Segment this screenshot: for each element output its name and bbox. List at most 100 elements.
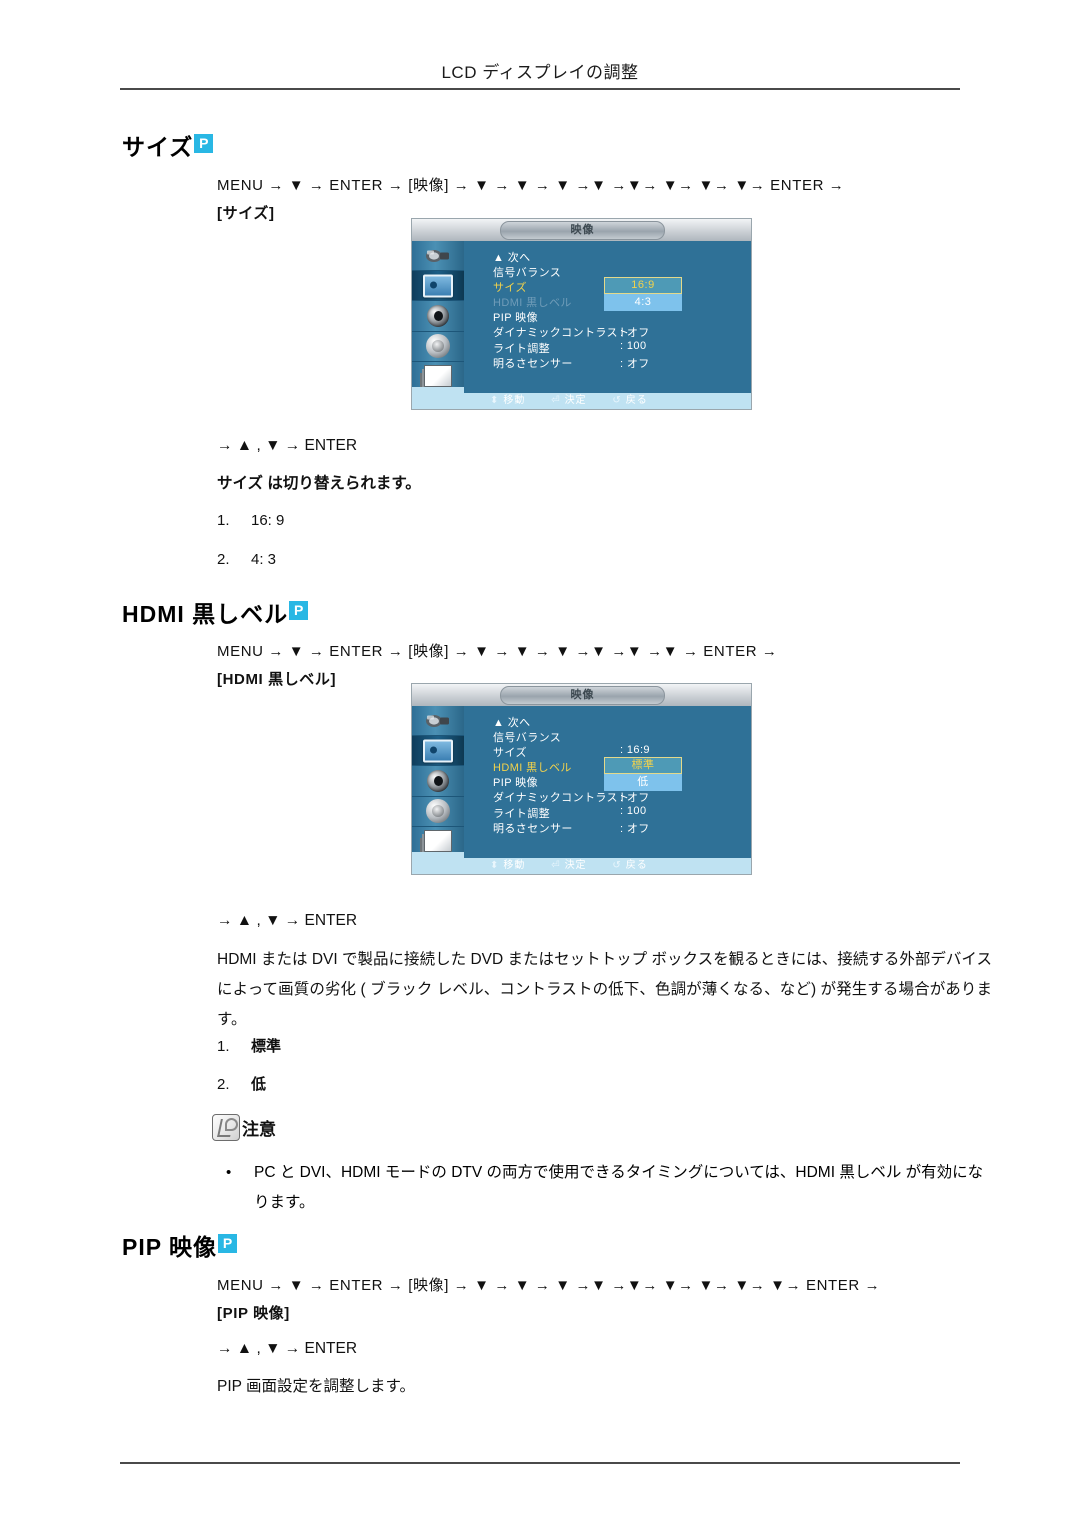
osd-row[interactable]: ▲ 次へ bbox=[493, 249, 751, 264]
picture-icon bbox=[423, 739, 453, 763]
osd-row-label: 明るさセンサー bbox=[493, 357, 573, 370]
osd-icon-sound[interactable] bbox=[412, 301, 464, 332]
note-bullet-text: PC と DVI、HDMI モードの DTV の両方で使用できるタイミングについ… bbox=[254, 1164, 984, 1211]
nav-after-pip: → ▲ , ▼ → ENTER bbox=[217, 1340, 358, 1357]
osd-hint-label: 戻る bbox=[625, 860, 648, 871]
osd-title-text: 映像 bbox=[570, 224, 595, 236]
osd-row-label: ▲ 次へ bbox=[493, 252, 531, 264]
osd-row-value: : オフ bbox=[620, 327, 650, 340]
osd-row-label: 明るさセンサー bbox=[493, 822, 573, 835]
osd-dropdown-option-selected[interactable]: 16:9 bbox=[604, 277, 682, 294]
setup-gear-icon bbox=[426, 334, 450, 359]
section-heading-size: サイズ P bbox=[122, 128, 214, 162]
note-title: 注意 bbox=[212, 1114, 276, 1141]
sound-speaker-icon bbox=[427, 769, 449, 792]
enter-icon: ⏎ bbox=[551, 395, 561, 406]
note-title-label: 注意 bbox=[242, 1120, 276, 1139]
note-block: 注意 bbox=[212, 1114, 276, 1141]
osd-row[interactable]: ダイナミックコントラスト: オフ bbox=[493, 324, 751, 339]
description-pip: PIP 画面設定を調整します。 bbox=[217, 1378, 415, 1395]
osd-icon-sound[interactable] bbox=[412, 766, 464, 797]
nav-path-hdmi-line: MENU → ▼ → ENTER → [映像] → ▼ → ▼ → ▼ →▼ →… bbox=[217, 643, 778, 660]
pc-badge-icon: P bbox=[218, 1234, 238, 1253]
option-number: 1. bbox=[217, 512, 230, 529]
osd-hint-move: ⬍ 移動 bbox=[490, 856, 525, 871]
osd-icon-picture[interactable] bbox=[412, 736, 464, 767]
osd-main-panel: ▲ 次へ 信号バランス サイズ: 16:9 HDMI 黒しベル: PIP 映像 … bbox=[464, 706, 751, 852]
input-plug-icon bbox=[425, 248, 451, 263]
osd-dropdown-option[interactable]: 4:3 bbox=[604, 294, 682, 311]
osd-titlebar: 映像 bbox=[412, 219, 751, 241]
osd-screenshot-size: 映像 ▲ 次へ 信号バランス サイズ: HDMI 黒しベル: PIP 映像 ダイ… bbox=[412, 219, 751, 409]
osd-hint-move: ⬍ 移動 bbox=[490, 391, 525, 406]
osd-icon-input-plug[interactable] bbox=[412, 706, 464, 737]
nav-path-pip-line: MENU → ▼ → ENTER → [映像] → ▼ → ▼ → ▼ →▼ →… bbox=[217, 1277, 881, 1294]
osd-hint-label: 移動 bbox=[503, 860, 526, 871]
osd-hint-label: 移動 bbox=[503, 395, 526, 406]
option-label: 低 bbox=[251, 1076, 267, 1093]
osd-row[interactable]: 明るさセンサー: オフ bbox=[493, 355, 751, 370]
nav-path-size-line: MENU → ▼ → ENTER → [映像] → ▼ → ▼ → ▼ →▼ →… bbox=[217, 177, 845, 194]
option-item-size-1: 1. 16: 9 bbox=[217, 512, 284, 529]
nav-path-pip-target: [PIP 映像] bbox=[217, 1305, 290, 1322]
osd-title-text: 映像 bbox=[570, 689, 595, 701]
osd-row-label: PIP 映像 bbox=[493, 312, 538, 325]
osd-sidebar bbox=[412, 241, 464, 388]
osd-icon-setup[interactable] bbox=[412, 797, 464, 827]
pc-badge-icon: P bbox=[194, 134, 214, 153]
osd-titlebar: 映像 bbox=[412, 684, 751, 706]
osd-row[interactable]: PIP 映像 bbox=[493, 309, 751, 324]
osd-hints: ⬍ 移動 ⏎ 決定 ↺ 戻る bbox=[490, 391, 670, 406]
multi-control-pages-icon bbox=[424, 365, 452, 388]
osd-hint-return: ↺ 戻る bbox=[612, 391, 647, 406]
osd-icon-setup[interactable] bbox=[412, 332, 464, 362]
nav-after-size: → ▲ , ▼ → ENTER bbox=[217, 437, 358, 454]
osd-hint-enter: ⏎ 決定 bbox=[551, 856, 586, 871]
osd-row-value: : 16:9 bbox=[620, 744, 650, 757]
osd-row[interactable]: 明るさセンサー: オフ bbox=[493, 820, 751, 835]
osd-row[interactable]: ライト調整: 100 bbox=[493, 805, 751, 820]
osd-row[interactable]: ▲ 次へ bbox=[493, 714, 751, 729]
document-page: LCD ディスプレイの調整 サイズ P MENU → ▼ → ENTER → [映… bbox=[0, 0, 1080, 1527]
osd-row-value: : 100 bbox=[620, 339, 647, 352]
osd-row[interactable]: ライト調整: 100 bbox=[493, 340, 751, 355]
osd-dropdown-option[interactable]: 低 bbox=[604, 774, 682, 791]
osd-dropdown-option-selected[interactable]: 標準 bbox=[604, 757, 682, 774]
osd-main-panel: ▲ 次へ 信号バランス サイズ: HDMI 黒しベル: PIP 映像 ダイナミッ… bbox=[464, 241, 751, 387]
footer-divider bbox=[120, 1462, 960, 1464]
option-item-hdmi-2: 2. 低 bbox=[217, 1073, 266, 1094]
return-icon: ↺ bbox=[612, 860, 622, 871]
osd-row-label: ダイナミックコントラスト bbox=[493, 327, 630, 340]
option-number: 2. bbox=[217, 551, 230, 568]
osd-hint-return: ↺ 戻る bbox=[612, 856, 647, 871]
option-number: 2. bbox=[217, 1076, 230, 1093]
osd-dropdown-hdmi-black-level[interactable]: 標準 低 bbox=[604, 757, 682, 791]
option-item-size-2: 2. 4: 3 bbox=[217, 551, 276, 568]
description-hdmi: HDMI または DVI で製品に接続した DVD またはセットトップ ボックス… bbox=[217, 951, 992, 1028]
multi-control-pages-icon bbox=[424, 830, 452, 853]
bullet-dot-icon: • bbox=[226, 1164, 232, 1181]
osd-row-value: : オフ bbox=[620, 792, 650, 805]
osd-icon-picture[interactable] bbox=[412, 271, 464, 302]
description-size: サイズ は切り替えられます。 bbox=[217, 475, 421, 492]
osd-row-label: サイズ bbox=[493, 747, 527, 760]
option-label: 16: 9 bbox=[251, 512, 285, 529]
osd-row[interactable]: ダイナミックコントラスト: オフ bbox=[493, 789, 751, 804]
osd-row-label: 信号バランス bbox=[493, 732, 562, 745]
option-number: 1. bbox=[217, 1038, 230, 1055]
enter-icon: ⏎ bbox=[551, 860, 561, 871]
osd-row-label: HDMI 黒しベル bbox=[493, 762, 572, 775]
note-bullet-item: • PC と DVI、HDMI モードの DTV の両方で使用できるタイミングに… bbox=[226, 1158, 986, 1218]
osd-icon-input-plug[interactable] bbox=[412, 241, 464, 272]
osd-hint-bar: ⬍ 移動 ⏎ 決定 ↺ 戻る bbox=[412, 387, 751, 409]
osd-row-label: ダイナミックコントラスト bbox=[493, 792, 630, 805]
nav-path-pip: MENU → ▼ → ENTER → [映像] → ▼ → ▼ → ▼ →▼ →… bbox=[217, 1272, 987, 1328]
setup-gear-icon bbox=[426, 799, 450, 824]
section-heading-pip-label: PIP 映像 bbox=[122, 1234, 218, 1260]
osd-hint-enter: ⏎ 決定 bbox=[551, 391, 586, 406]
section-heading-hdmi-label: HDMI 黒しベル bbox=[122, 601, 289, 627]
osd-row[interactable]: 信号バランス bbox=[493, 729, 751, 744]
header-divider bbox=[120, 88, 960, 90]
osd-dropdown-size[interactable]: 16:9 4:3 bbox=[604, 277, 682, 311]
osd-hint-label: 決定 bbox=[564, 860, 587, 871]
